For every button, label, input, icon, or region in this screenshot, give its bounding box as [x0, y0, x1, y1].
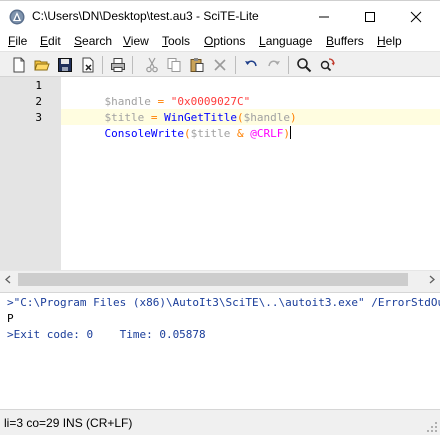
toolbar-separator — [235, 56, 236, 74]
line-number: 1 — [35, 79, 42, 92]
menu-edit-label: dit — [48, 34, 61, 48]
redo-icon[interactable] — [265, 56, 283, 74]
menu-help-mnemonic: H — [377, 34, 386, 48]
menu-search-mnemonic: S — [74, 34, 83, 48]
menu-bar: File Edit Search View Tools Options Lang… — [0, 31, 440, 51]
menu-view-mnemonic: V — [123, 34, 131, 48]
save-icon[interactable] — [56, 56, 74, 74]
close-file-icon[interactable] — [79, 56, 97, 74]
menu-buffers-label: uffers — [334, 34, 364, 48]
menu-language[interactable]: Language — [259, 34, 312, 48]
code-variable: $title — [190, 127, 231, 140]
code-paren: ( — [183, 127, 191, 140]
new-file-icon[interactable] — [10, 56, 28, 74]
close-icon — [410, 11, 422, 23]
code-paren: ) — [283, 127, 290, 140]
code-function: ConsoleWrite — [104, 127, 184, 140]
menu-language-label: anguage — [265, 34, 313, 48]
editor-horizontal-scrollbar[interactable] — [0, 270, 440, 287]
scrollbar-thumb[interactable] — [18, 273, 408, 286]
find-icon[interactable] — [295, 56, 313, 74]
toolbar-separator — [132, 56, 133, 74]
menu-edit-mnemonic: E — [40, 34, 49, 48]
minimize-button[interactable] — [301, 1, 347, 32]
menu-options-mnemonic: O — [204, 34, 214, 48]
menu-tools-label: ools — [168, 34, 191, 48]
menu-options-label: ptions — [213, 34, 246, 48]
toolbar-separator — [102, 56, 103, 74]
undo-icon[interactable] — [242, 56, 260, 74]
menu-language-mnemonic: L — [259, 34, 266, 48]
toolbar-separator — [288, 56, 289, 74]
resize-grip-icon[interactable] — [426, 421, 438, 433]
menu-file-label: ile — [15, 34, 28, 48]
output-line: >"C:\Program Files (x86)\AutoIt3\SciTE\.… — [7, 296, 440, 309]
code-operator: & — [230, 127, 251, 140]
maximize-icon — [365, 12, 375, 22]
menu-help-label: elp — [385, 34, 402, 48]
output-line: P — [7, 312, 14, 325]
menu-search-label: earch — [82, 34, 113, 48]
menu-buffers-mnemonic: B — [326, 34, 335, 48]
maximize-button[interactable] — [347, 1, 393, 32]
window-title: C:\Users\DN\Desktop\test.au3 - SciTE-Lit… — [32, 9, 259, 23]
code-line[interactable]: ConsoleWrite($title & @CRLF) — [78, 110, 291, 158]
scroll-right-arrow-icon[interactable] — [423, 271, 440, 288]
status-bar: li=3 co=29 INS (CR+LF) — [0, 409, 440, 435]
code-editor[interactable]: 1 2 3 $handle = "0x0009027C" $title = Wi… — [0, 77, 440, 270]
scroll-left-arrow-icon[interactable] — [0, 271, 17, 288]
scite-app-icon[interactable] — [9, 9, 25, 25]
menu-edit[interactable]: Edit — [40, 34, 61, 48]
menu-view-label: iew — [130, 34, 149, 48]
code-macro: @CRLF — [250, 127, 284, 140]
menu-buffers[interactable]: Buffers — [326, 34, 364, 48]
delete-icon[interactable] — [211, 56, 229, 74]
line-number: 3 — [35, 111, 42, 124]
close-button[interactable] — [393, 1, 439, 32]
paste-icon[interactable] — [188, 56, 206, 74]
output-pane[interactable]: >"C:\Program Files (x86)\AutoIt3\SciTE\.… — [0, 293, 440, 409]
minimize-icon — [319, 16, 329, 18]
output-line: >Exit code: 0 Time: 0.05878 — [7, 328, 206, 341]
cut-icon[interactable] — [143, 56, 161, 74]
fold-margin[interactable] — [45, 77, 61, 270]
menu-file[interactable]: File — [8, 34, 27, 48]
toolbar — [0, 51, 440, 77]
title-bar: C:\Users\DN\Desktop\test.au3 - SciTE-Lit… — [0, 0, 440, 31]
menu-help[interactable]: Help — [377, 34, 402, 48]
copy-icon[interactable] — [165, 56, 183, 74]
status-text: li=3 co=29 INS (CR+LF) — [4, 416, 133, 430]
text-caret — [289, 126, 291, 139]
open-folder-icon[interactable] — [33, 56, 51, 74]
print-icon[interactable] — [109, 56, 127, 74]
menu-view[interactable]: View — [123, 34, 149, 48]
menu-tools[interactable]: Tools — [162, 34, 190, 48]
menu-search[interactable]: Search — [74, 34, 112, 48]
replace-icon[interactable] — [318, 56, 336, 74]
line-number: 2 — [35, 95, 42, 108]
menu-options[interactable]: Options — [204, 34, 245, 48]
